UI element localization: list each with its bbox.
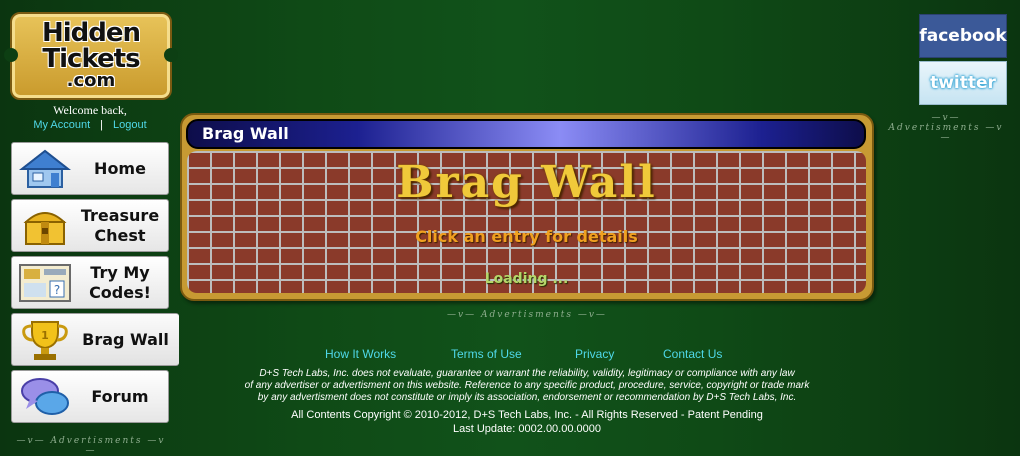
panel-header: Brag Wall (186, 119, 866, 149)
brick-wall-area[interactable]: Brag Wall Click an entry for details Loa… (187, 151, 866, 293)
brag-wall-panel: Brag Wall Brag Wall Click an entry for d… (180, 113, 874, 301)
brag-wall-title: Brag Wall (396, 157, 657, 208)
nav-label-brag-wall: Brag Wall (82, 329, 169, 349)
nav-label-try-my-codes: Try My Codes! (89, 262, 151, 302)
disclaimer-line-1: D+S Tech Labs, Inc. does not evaluate, g… (259, 368, 795, 379)
my-account-link[interactable]: My Account (33, 119, 90, 131)
trophy-icon: 1 (22, 321, 68, 360)
site-logo[interactable]: Hidden Tickets .com (4, 12, 178, 100)
facebook-button[interactable]: facebook (919, 14, 1007, 58)
chat-bubbles-icon (21, 378, 69, 415)
nav-label-treasure-chest: Treasure Chest (80, 205, 160, 245)
facebook-label: facebook (919, 26, 1007, 46)
ad-label-right: —v— Advertisments —v— (888, 113, 1004, 143)
last-update: Last Update: 0002.00.00.0000 (452, 423, 601, 435)
account-links: My Account | Logout (10, 119, 170, 131)
nav-item-forum[interactable]: Forum (11, 370, 169, 423)
nav-label-forum: Forum (91, 386, 149, 406)
legal-disclaimer: D+S Tech Labs, Inc. does not evaluate, g… (192, 368, 862, 404)
ad-label-left: —v— Advertisments —v— (16, 436, 166, 456)
loading-indicator: Loading ... (484, 271, 569, 287)
ad-label-center: —v— Advertisments —v— (447, 310, 607, 320)
disclaimer-line-2: of any advertiser or advertisment on thi… (244, 380, 810, 391)
welcome-message: Welcome back, (53, 103, 127, 117)
sidebar-nav: Home Treasure Chest ? Try My Codes! 1 Br… (11, 142, 179, 427)
footer-link-privacy[interactable]: Privacy (575, 347, 614, 361)
nav-item-home[interactable]: Home (11, 142, 169, 195)
treasure-chest-icon (23, 212, 67, 245)
twitter-label: twitter (930, 73, 996, 93)
footer-link-how-it-works[interactable]: How It Works (325, 347, 396, 361)
account-separator: | (100, 119, 104, 131)
logout-link[interactable]: Logout (113, 119, 147, 131)
nav-item-try-my-codes[interactable]: ? Try My Codes! (11, 256, 169, 309)
svg-text:1: 1 (41, 329, 49, 342)
footer-link-terms[interactable]: Terms of Use (451, 347, 522, 361)
nav-item-brag-wall[interactable]: 1 Brag Wall (11, 313, 179, 366)
footer-link-contact[interactable]: Contact Us (663, 347, 722, 361)
house-icon (19, 149, 71, 188)
svg-text:?: ? (54, 283, 60, 297)
nav-item-treasure-chest[interactable]: Treasure Chest (11, 199, 169, 252)
logo-text-com: .com (66, 70, 116, 91)
brag-wall-instructions: Click an entry for details (415, 227, 638, 246)
codes-ticket-icon: ? (19, 264, 71, 302)
nav-label-home: Home (94, 158, 146, 178)
copyright-notice: All Contents Copyright © 2010-2012, D+S … (291, 409, 763, 421)
twitter-button[interactable]: twitter (919, 61, 1007, 105)
disclaimer-line-3: by any advertisment does not constitute … (257, 392, 797, 403)
